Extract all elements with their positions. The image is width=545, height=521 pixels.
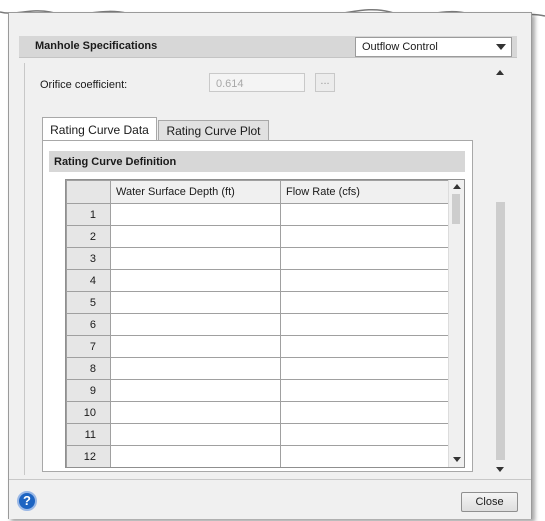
flow-cell[interactable]	[280, 379, 453, 402]
section-scroll-thumb[interactable]	[496, 202, 505, 460]
row-number[interactable]: 12	[66, 445, 111, 467]
depth-cell[interactable]	[110, 335, 281, 358]
flow-cell[interactable]	[280, 445, 453, 467]
column-header-flow[interactable]: Flow Rate (cfs)	[280, 180, 453, 204]
table-row: 1	[66, 203, 453, 226]
flow-cell[interactable]	[280, 423, 453, 446]
depth-cell[interactable]	[110, 379, 281, 402]
corner-cell	[66, 180, 111, 204]
definition-title: Rating Curve Definition	[54, 156, 177, 168]
flow-cell[interactable]	[280, 313, 453, 336]
table-row: 7	[66, 335, 453, 358]
flow-cell[interactable]	[280, 401, 453, 424]
dialog-footer: ? Close	[9, 479, 531, 519]
row-number[interactable]: 9	[66, 379, 111, 402]
table-row: 3	[66, 247, 453, 270]
depth-cell[interactable]	[110, 225, 281, 248]
grid-scrollbar[interactable]	[448, 180, 464, 467]
flow-cell[interactable]	[280, 203, 453, 226]
table-row: 9	[66, 379, 453, 402]
table-row: 10	[66, 401, 453, 424]
row-number[interactable]: 5	[66, 291, 111, 314]
scroll-up-icon[interactable]	[453, 184, 461, 189]
row-number[interactable]: 7	[66, 335, 111, 358]
depth-cell[interactable]	[110, 203, 281, 226]
close-button[interactable]: Close	[461, 492, 518, 512]
dialog-window: Manhole Specifications Outflow Control O…	[8, 12, 532, 519]
section-scrollbar[interactable]	[493, 66, 508, 478]
row-number[interactable]: 8	[66, 357, 111, 380]
dropdown-value: Outflow Control	[362, 41, 438, 53]
flow-cell[interactable]	[280, 335, 453, 358]
orifice-browse-button[interactable]: ...	[315, 73, 335, 92]
row-number[interactable]: 6	[66, 313, 111, 336]
outflow-type-dropdown[interactable]: Outflow Control	[355, 37, 512, 57]
flow-cell[interactable]	[280, 291, 453, 314]
section-header: Manhole Specifications Outflow Control	[19, 36, 517, 58]
row-number[interactable]: 2	[66, 225, 111, 248]
depth-cell[interactable]	[110, 313, 281, 336]
depth-cell[interactable]	[110, 401, 281, 424]
grid-scroll-thumb[interactable]	[452, 194, 460, 224]
row-number[interactable]: 11	[66, 423, 111, 446]
flow-cell[interactable]	[280, 269, 453, 292]
definition-header: Rating Curve Definition	[49, 151, 465, 172]
table-row: 12	[66, 445, 453, 467]
table-row: 5	[66, 291, 453, 314]
depth-cell[interactable]	[110, 357, 281, 380]
depth-cell[interactable]	[110, 247, 281, 270]
table-header-row: Water Surface Depth (ft) Flow Rate (cfs)	[66, 180, 453, 204]
depth-cell[interactable]	[110, 269, 281, 292]
scroll-down-icon[interactable]	[496, 467, 504, 472]
table-row: 6	[66, 313, 453, 336]
scroll-up-icon[interactable]	[496, 70, 504, 75]
column-header-depth[interactable]: Water Surface Depth (ft)	[110, 180, 281, 204]
tab-rating-curve-plot[interactable]: Rating Curve Plot	[158, 120, 269, 141]
row-number[interactable]: 1	[66, 203, 111, 226]
rating-curve-grid: Water Surface Depth (ft) Flow Rate (cfs)…	[65, 179, 465, 468]
depth-cell[interactable]	[110, 291, 281, 314]
table-row: 8	[66, 357, 453, 380]
orifice-coefficient-field[interactable]: 0.614	[209, 73, 305, 92]
row-number[interactable]: 3	[66, 247, 111, 270]
depth-cell[interactable]	[110, 445, 281, 467]
chevron-down-icon	[496, 44, 506, 50]
row-number[interactable]: 4	[66, 269, 111, 292]
table-row: 11	[66, 423, 453, 446]
flow-cell[interactable]	[280, 357, 453, 380]
section-title: Manhole Specifications	[35, 40, 158, 52]
scroll-down-icon[interactable]	[453, 457, 461, 462]
tab-rating-curve-data[interactable]: Rating Curve Data	[42, 117, 157, 141]
rating-curve-data-panel: Rating Curve Definition Water Surface De…	[42, 140, 473, 472]
flow-cell[interactable]	[280, 247, 453, 270]
table-row: 4	[66, 269, 453, 292]
orifice-coefficient-label: Orifice coefficient:	[40, 79, 128, 91]
row-number[interactable]: 10	[66, 401, 111, 424]
rating-curve-table: Water Surface Depth (ft) Flow Rate (cfs)…	[66, 180, 453, 467]
section-content: Orifice coefficient: 0.614 ... Rating Cu…	[24, 63, 499, 475]
depth-cell[interactable]	[110, 423, 281, 446]
flow-cell[interactable]	[280, 225, 453, 248]
help-icon[interactable]: ?	[17, 491, 37, 511]
table-row: 2	[66, 225, 453, 248]
